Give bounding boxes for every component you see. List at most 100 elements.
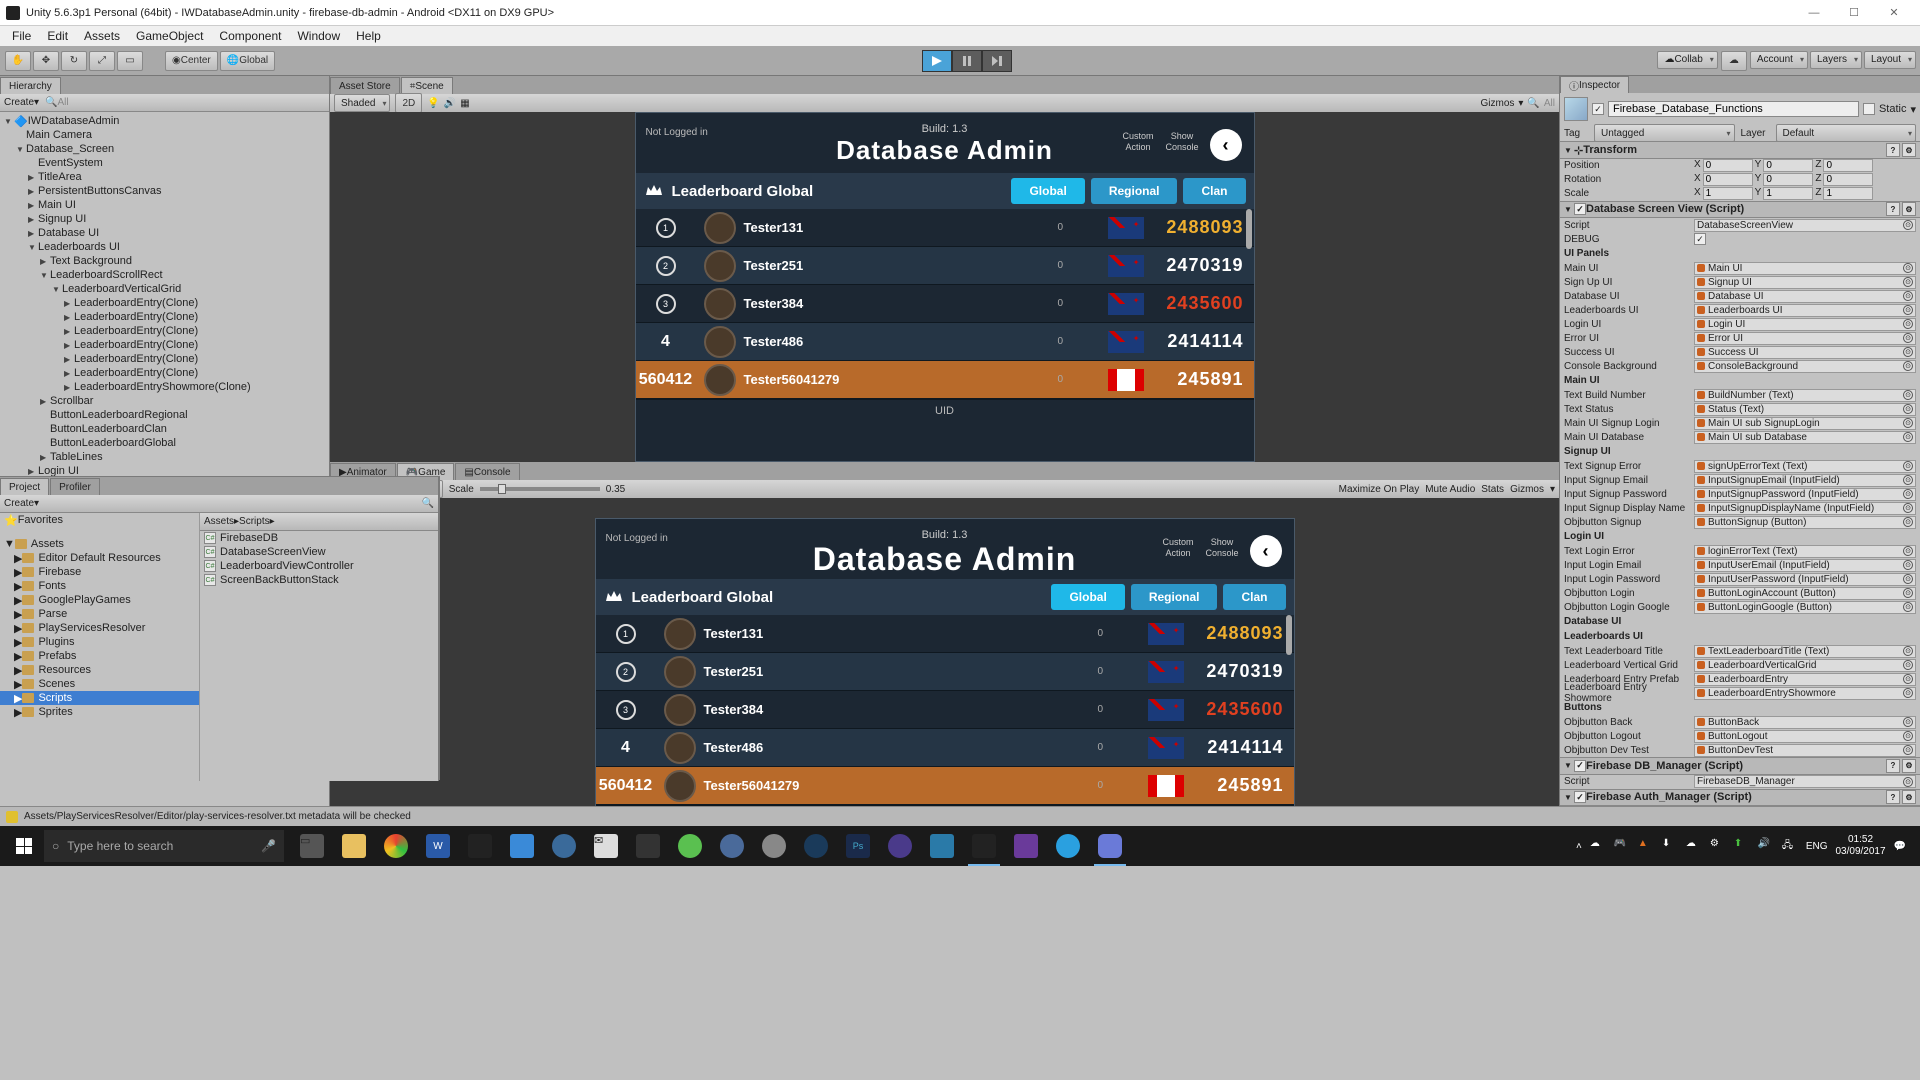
menu-assets[interactable]: Assets <box>76 29 128 43</box>
help-icon[interactable]: ? <box>1886 143 1900 157</box>
project-create[interactable]: Create <box>4 498 34 509</box>
object-field[interactable]: InputUserPassword (InputField)⊙ <box>1694 573 1916 586</box>
volume-icon[interactable]: 🔊 <box>1758 838 1774 854</box>
fx-toggle[interactable]: ▦ <box>460 98 469 109</box>
object-field[interactable]: LeaderboardEntry⊙ <box>1694 673 1916 686</box>
search-box[interactable]: ○ Type here to search🎤 <box>44 830 284 862</box>
breadcrumb-assets[interactable]: Assets <box>204 516 234 527</box>
rotate-tool[interactable]: ↻ <box>61 51 87 71</box>
hierarchy-item[interactable]: ▶Main UI <box>0 198 329 212</box>
gameobject-name[interactable] <box>1608 101 1859 117</box>
folder-item[interactable]: ▶ Resources <box>0 663 199 677</box>
stats-toggle[interactable]: Stats <box>1481 484 1504 495</box>
folder-item[interactable]: ▶ Scenes <box>0 677 199 691</box>
hierarchy-tab[interactable]: Hierarchy <box>0 77 61 94</box>
assets-root[interactable]: ▼ Assets <box>0 537 199 551</box>
hand-tool[interactable]: ✋ <box>5 51 31 71</box>
tray-icon[interactable]: ⬇ <box>1662 838 1678 854</box>
leaderboard-row[interactable]: 4Tester48602414114 <box>596 729 1294 767</box>
folder-item[interactable]: ▶ Editor Default Resources <box>0 551 199 565</box>
firebase-db-manager-component[interactable]: ▼✓ Firebase DB_Manager (Script) ?⚙ <box>1560 757 1920 774</box>
cloud-button[interactable]: ☁ <box>1721 51 1747 71</box>
hierarchy-item[interactable]: ▶LeaderboardEntry(Clone) <box>0 366 329 380</box>
tray-chevron-icon[interactable]: ˄ <box>1576 841 1582 852</box>
tab-regional[interactable]: Regional <box>1091 178 1178 204</box>
object-field[interactable]: ConsoleBackground⊙ <box>1694 360 1916 373</box>
object-field[interactable]: Login UI⊙ <box>1694 318 1916 331</box>
layers-dropdown[interactable]: Layers <box>1810 51 1862 69</box>
audio-toggle[interactable]: 🔊 <box>444 98 456 109</box>
chrome-icon[interactable] <box>376 826 416 866</box>
play-button[interactable] <box>922 50 952 72</box>
visual-studio-icon[interactable] <box>1006 826 1046 866</box>
hierarchy-item[interactable]: ▶PersistentButtonsCanvas <box>0 184 329 198</box>
unity-taskbar-icon[interactable] <box>964 826 1004 866</box>
script-file[interactable]: C#LeaderboardViewController <box>200 559 438 573</box>
leaderboard-row[interactable]: 560412Tester560412790245891 <box>596 767 1294 805</box>
app-icon-7[interactable] <box>880 826 920 866</box>
pause-button[interactable] <box>952 50 982 72</box>
app-icon-2[interactable] <box>544 826 584 866</box>
hierarchy-item[interactable]: ▶Scrollbar <box>0 394 329 408</box>
object-field[interactable]: Main UI sub Database⊙ <box>1694 431 1916 444</box>
leaderboard-row[interactable]: 3Tester38402435600 <box>596 691 1294 729</box>
hierarchy-item[interactable]: ▶Signup UI <box>0 212 329 226</box>
leaderboard-row[interactable]: 560412Tester560412790245891 <box>636 361 1254 399</box>
tray-icon[interactable]: 🎮 <box>1614 838 1630 854</box>
breadcrumb-scripts[interactable]: Scripts <box>239 516 270 527</box>
minimize-button[interactable]: — <box>1794 3 1834 23</box>
console-tab[interactable]: ▤ Console <box>455 463 519 480</box>
pivot-center[interactable]: ◉ Center <box>165 51 218 71</box>
start-button[interactable] <box>4 830 44 862</box>
collab-dropdown[interactable]: ☁ Collab <box>1657 51 1717 69</box>
hierarchy-item[interactable]: ▶Text Background <box>0 254 329 268</box>
hierarchy-item[interactable]: Main Camera <box>0 128 329 142</box>
mail-icon[interactable]: ✉ <box>586 826 626 866</box>
app-icon-6[interactable] <box>754 826 794 866</box>
object-field[interactable]: InputSignupPassword (InputField)⊙ <box>1694 488 1916 501</box>
transform-component[interactable]: ▼⊹ Transform ?⚙ <box>1560 141 1920 158</box>
photoshop-icon[interactable]: Ps <box>838 826 878 866</box>
light-toggle[interactable]: 💡 <box>427 98 439 109</box>
file-explorer[interactable] <box>334 826 374 866</box>
tray-icon[interactable]: ⚙ <box>1710 838 1726 854</box>
menu-edit[interactable]: Edit <box>39 29 76 43</box>
object-field[interactable]: ButtonLoginGoogle (Button)⊙ <box>1694 601 1916 614</box>
object-field[interactable]: Status (Text)⊙ <box>1694 403 1916 416</box>
leaderboard-row[interactable]: 4Tester48602414114 <box>636 323 1254 361</box>
object-field[interactable]: ButtonDevTest⊙ <box>1694 744 1916 757</box>
object-field[interactable]: loginErrorText (Text)⊙ <box>1694 545 1916 558</box>
object-field[interactable]: InputSignupEmail (InputField)⊙ <box>1694 474 1916 487</box>
leaderboard-row[interactable]: 2Tester25102470319 <box>636 247 1254 285</box>
maximize-button[interactable]: ☐ <box>1834 3 1874 23</box>
hierarchy-item[interactable]: ▶LeaderboardEntry(Clone) <box>0 324 329 338</box>
folder-item[interactable]: ▶ Plugins <box>0 635 199 649</box>
scrollbar[interactable] <box>1246 209 1252 249</box>
shaded-dropdown[interactable]: Shaded <box>334 94 390 112</box>
word-icon[interactable]: W <box>418 826 458 866</box>
mute-toggle[interactable]: Mute Audio <box>1425 484 1475 495</box>
mode-2d[interactable]: 2D <box>395 93 422 113</box>
database-screen-view-component[interactable]: ▼✓ Database Screen View (Script) ?⚙ <box>1560 201 1920 218</box>
folder-item[interactable]: ▶ Firebase <box>0 565 199 579</box>
maximize-toggle[interactable]: Maximize On Play <box>1339 484 1420 495</box>
static-checkbox[interactable] <box>1863 103 1875 115</box>
show-console-button[interactable]: ShowConsole <box>1165 131 1198 153</box>
scale-tool[interactable]: ⤢ <box>89 51 115 71</box>
custom-action-button[interactable]: CustomAction <box>1122 131 1153 153</box>
object-field[interactable]: Signup UI⊙ <box>1694 276 1916 289</box>
steam-icon[interactable] <box>796 826 836 866</box>
profiler-tab[interactable]: Profiler <box>50 478 100 495</box>
skype-icon[interactable] <box>1048 826 1088 866</box>
language-indicator[interactable]: ENG <box>1806 841 1828 852</box>
leaderboard-row[interactable]: 1Tester13102488093 <box>596 615 1294 653</box>
object-field[interactable]: Error UI⊙ <box>1694 332 1916 345</box>
object-field[interactable]: ButtonSignup (Button)⊙ <box>1694 516 1916 529</box>
object-field[interactable]: Database UI⊙ <box>1694 290 1916 303</box>
gizmos-toggle[interactable]: Gizmos <box>1510 484 1544 495</box>
hierarchy-item[interactable]: ▼LeaderboardVerticalGrid <box>0 282 329 296</box>
photos-icon[interactable] <box>922 826 962 866</box>
tray-icon[interactable]: ☁ <box>1686 838 1702 854</box>
debug-checkbox[interactable]: ✓ <box>1694 233 1706 245</box>
object-field[interactable]: ButtonLoginAccount (Button)⊙ <box>1694 587 1916 600</box>
